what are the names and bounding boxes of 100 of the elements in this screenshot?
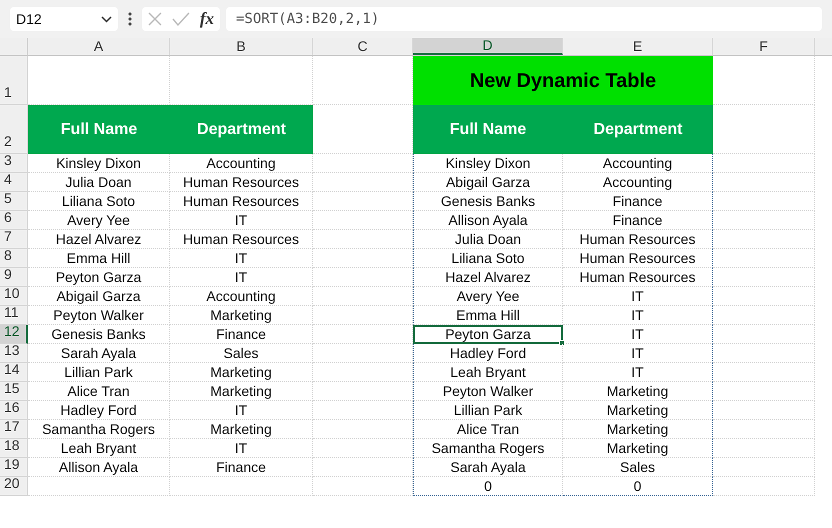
row-header[interactable]: 2 [0, 105, 28, 154]
empty-cell[interactable] [313, 401, 413, 420]
column-header[interactable]: A [28, 38, 170, 55]
chevron-down-icon [101, 16, 112, 22]
empty-cell[interactable] [313, 458, 413, 477]
empty-cell[interactable] [313, 287, 413, 306]
table-cell: Accounting [170, 154, 313, 173]
table-cell[interactable]: Avery Yee [413, 287, 563, 306]
table-cell[interactable]: Kinsley Dixon [413, 154, 563, 173]
empty-cell[interactable] [713, 325, 815, 344]
empty-cell[interactable] [313, 211, 413, 230]
column-header[interactable]: F [713, 38, 815, 55]
table-cell[interactable]: Julia Doan [413, 230, 563, 249]
fill-handle[interactable] [559, 340, 565, 346]
empty-cell[interactable] [713, 306, 815, 325]
row-header[interactable]: 13 [0, 344, 28, 363]
empty-cell[interactable] [713, 458, 815, 477]
empty-cell[interactable] [170, 477, 313, 496]
table-cell[interactable]: 0 [413, 477, 563, 496]
cancel-icon[interactable] [148, 12, 162, 26]
row-header[interactable]: 20 [0, 477, 28, 496]
column-header[interactable]: D [413, 38, 563, 55]
table-cell[interactable]: Samantha Rogers [413, 439, 563, 458]
name-box[interactable]: D12 [10, 7, 118, 31]
row-header[interactable]: 3 [0, 154, 28, 173]
empty-cell[interactable] [713, 344, 815, 363]
row-header[interactable]: 17 [0, 420, 28, 439]
empty-cell[interactable] [313, 420, 413, 439]
empty-cell[interactable] [313, 192, 413, 211]
empty-cell[interactable] [313, 249, 413, 268]
empty-cell[interactable] [313, 325, 413, 344]
row-header[interactable]: 9 [0, 268, 28, 287]
empty-cell[interactable] [713, 439, 815, 458]
table-cell[interactable]: Hadley Ford [413, 344, 563, 363]
column-header[interactable]: E [563, 38, 713, 55]
table-cell: Leah Bryant [28, 439, 170, 458]
table-cell: Marketing [563, 401, 713, 420]
empty-cell[interactable] [313, 173, 413, 192]
row-header[interactable]: 10 [0, 287, 28, 306]
table-cell[interactable]: Lillian Park [413, 401, 563, 420]
table-cell: Marketing [170, 382, 313, 401]
table-cell: Marketing [170, 363, 313, 382]
checkmark-icon[interactable] [172, 12, 190, 26]
table-cell: Human Resources [170, 192, 313, 211]
empty-cell[interactable] [313, 382, 413, 401]
row-header[interactable]: 1 [0, 56, 28, 105]
empty-cell[interactable] [313, 439, 413, 458]
table-cell[interactable]: Leah Bryant [413, 363, 563, 382]
row-header[interactable]: 18 [0, 439, 28, 458]
table-cell: Kinsley Dixon [28, 154, 170, 173]
table-cell[interactable]: Peyton Walker [413, 382, 563, 401]
row-header[interactable]: 6 [0, 211, 28, 230]
empty-cell[interactable] [713, 382, 815, 401]
table-cell[interactable]: Genesis Banks [413, 192, 563, 211]
column-header[interactable]: B [170, 38, 313, 55]
table-cell: Marketing [563, 420, 713, 439]
empty-cell[interactable] [713, 192, 815, 211]
empty-cell[interactable] [713, 154, 815, 173]
table-cell: Julia Doan [28, 173, 170, 192]
table-cell[interactable]: Alice Tran [413, 420, 563, 439]
empty-cell[interactable] [313, 268, 413, 287]
empty-cell[interactable] [313, 306, 413, 325]
table-cell: IT [563, 306, 713, 325]
row-header[interactable]: 12 [0, 325, 28, 344]
table-cell[interactable]: Abigail Garza [413, 173, 563, 192]
empty-cell[interactable] [313, 230, 413, 249]
table-cell[interactable]: Liliana Soto [413, 249, 563, 268]
empty-cell[interactable] [713, 420, 815, 439]
empty-cell[interactable] [313, 477, 413, 496]
row-header[interactable]: 15 [0, 382, 28, 401]
empty-cell[interactable] [713, 477, 815, 496]
row-header[interactable]: 8 [0, 249, 28, 268]
row-header[interactable]: 14 [0, 363, 28, 382]
row-header[interactable]: 5 [0, 192, 28, 211]
empty-cell[interactable] [313, 344, 413, 363]
empty-cell[interactable] [713, 211, 815, 230]
row-header[interactable]: 4 [0, 173, 28, 192]
empty-cell[interactable] [713, 287, 815, 306]
empty-cell[interactable] [713, 363, 815, 382]
row-header[interactable]: 19 [0, 458, 28, 477]
table-cell: Accounting [563, 173, 713, 192]
table-cell[interactable]: Sarah Ayala [413, 458, 563, 477]
table-cell[interactable]: Hazel Alvarez [413, 268, 563, 287]
empty-cell[interactable] [713, 249, 815, 268]
empty-cell[interactable] [713, 268, 815, 287]
empty-cell[interactable] [313, 363, 413, 382]
row-header[interactable]: 11 [0, 306, 28, 325]
empty-cell[interactable] [713, 173, 815, 192]
table-cell: Human Resources [563, 230, 713, 249]
empty-cell[interactable] [713, 401, 815, 420]
row-header[interactable]: 7 [0, 230, 28, 249]
more-options-icon[interactable] [128, 12, 132, 26]
table-cell[interactable]: Allison Ayala [413, 211, 563, 230]
table-cell[interactable]: Peyton Garza [413, 325, 563, 344]
row-header[interactable]: 16 [0, 401, 28, 420]
empty-cell[interactable] [313, 154, 413, 173]
table-cell: Avery Yee [28, 211, 170, 230]
empty-cell[interactable] [713, 230, 815, 249]
table-cell: Finance [563, 192, 713, 211]
table-cell[interactable]: Emma Hill [413, 306, 563, 325]
